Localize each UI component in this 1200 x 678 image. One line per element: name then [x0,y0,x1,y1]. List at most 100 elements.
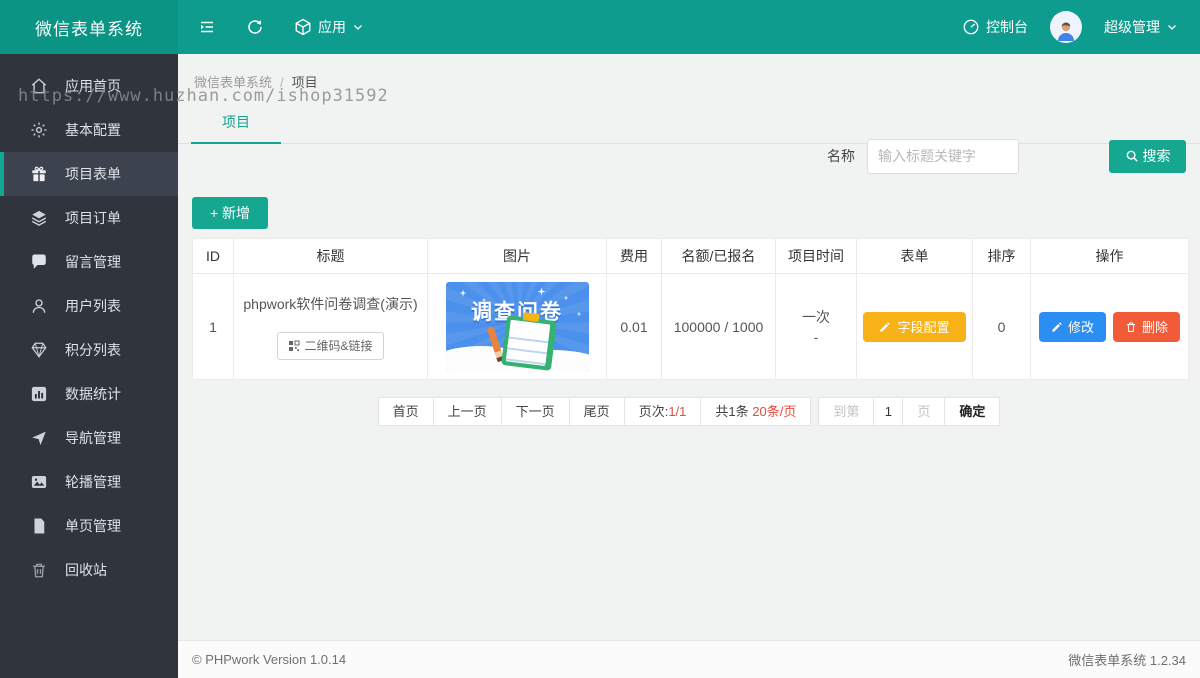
table-header-row: ID 标题 图片 费用 名额/已报名 项目时间 表单 排序 操作 [192,238,1189,274]
footer-system-version: 微信表单系统 1.2.34 [1068,653,1186,668]
gauge-icon [962,18,980,36]
cell-quota: 100000 / 1000 [661,273,776,380]
sidebar-item-app-home[interactable]: 应用首页 [0,64,178,108]
sidebar: 应用首页 基本配置 项目表单 项目订单 留言管理 用户列表 积分列表 数据统计 … [0,54,178,678]
sidebar-item-single-page[interactable]: 单页管理 [0,504,178,548]
col-header-image: 图片 [427,238,607,274]
console-link[interactable]: 控制台 [962,17,1028,37]
col-header-sort: 排序 [972,238,1031,274]
pencil-icon [879,321,891,333]
sidebar-item-project-forms[interactable]: 项目表单 [0,152,178,196]
user-avatar[interactable] [1050,11,1082,43]
search-input[interactable] [867,138,1019,174]
col-header-actions: 操作 [1030,238,1189,274]
cell-title: phpwork软件问卷调查(演示) 二维码&链接 [233,273,428,380]
topbar-right: 控制台 超级管理 [962,0,1200,54]
pencil-icon [1051,321,1063,333]
col-header-title: 标题 [233,238,428,274]
main-content: 微信表单系统 / 项目 项目 名称 搜索 + 新增 ID 标题 图片 费用 名额/已… [178,54,1200,678]
image-icon [30,473,48,491]
gear-icon [30,121,48,139]
app-box-icon [294,18,312,36]
trash-icon [30,561,48,579]
pagination-total-info: 共1条 20条/页 [700,397,812,426]
sidebar-item-messages[interactable]: 留言管理 [0,240,178,284]
col-header-time: 项目时间 [775,238,857,274]
search-label: 名称 [827,148,855,164]
app-menu-label: 应用 [318,19,346,35]
breadcrumb-root[interactable]: 微信表单系统 [194,75,272,90]
user-icon [30,297,48,315]
nav-icon [30,429,48,447]
breadcrumb-separator: / [280,75,284,90]
pagination-goto-unit: 页 [902,397,946,426]
sidebar-item-basic-config[interactable]: 基本配置 [0,108,178,152]
delete-button[interactable]: 删除 [1113,311,1181,342]
col-header-quota: 名额/已报名 [661,238,776,274]
sidebar-item-statistics[interactable]: 数据统计 [0,372,178,416]
cell-id: 1 [192,273,234,380]
refresh-icon[interactable] [246,18,264,36]
layers-icon [30,209,48,227]
field-config-button[interactable]: 字段配置 [863,311,966,342]
topbar-left: 应用 [178,0,364,54]
clipboard-graphic [500,311,557,371]
col-header-id: ID [192,238,234,274]
gem-icon [30,341,48,359]
collapse-sidebar-icon[interactable] [198,18,216,36]
cell-actions: 修改 删除 [1030,273,1189,380]
pagination-page-info: 页次:1/1 [623,397,702,426]
file-icon [30,517,48,535]
pagination: 首页 上一页 下一页 尾页 页次:1/1 共1条 20条/页 到第 页 确定 [178,397,1200,426]
sidebar-item-recycle-bin[interactable]: 回收站 [0,548,178,592]
sidebar-item-carousel[interactable]: 轮播管理 [0,460,178,504]
search-row: 名称 搜索 [827,138,1186,174]
star-icon [537,287,546,296]
cell-sort: 0 [972,273,1031,380]
breadcrumb-current: 项目 [291,75,318,90]
trash-icon [1125,321,1137,333]
sidebar-item-points[interactable]: 积分列表 [0,328,178,372]
console-label: 控制台 [986,19,1028,35]
user-menu[interactable]: 超级管理 [1104,17,1178,37]
add-button[interactable]: + 新增 [192,197,268,229]
table-row: 1 phpwork软件问卷调查(演示) 二维码&链接 调查问卷 0.01 100… [192,273,1189,380]
breadcrumb: 微信表单系统 / 项目 [178,54,1200,91]
gift-icon [30,165,48,183]
sidebar-item-navigation[interactable]: 导航管理 [0,416,178,460]
top-bar: 微信表单系统 应用 控制台 超级管理 [0,0,1200,54]
app-menu[interactable]: 应用 [294,17,364,37]
sidebar-item-users[interactable]: 用户列表 [0,284,178,328]
pagination-next[interactable]: 下一页 [500,397,570,426]
cell-time: 一次 - [775,273,857,380]
projects-table: ID 标题 图片 费用 名额/已报名 项目时间 表单 排序 操作 1 phpwo… [192,238,1189,380]
tab-project[interactable]: 项目 [191,107,281,144]
project-title: phpwork软件问卷调查(演示) [243,295,418,312]
comment-icon [30,253,48,271]
sidebar-item-project-orders[interactable]: 项目订单 [0,196,178,240]
edit-button[interactable]: 修改 [1038,311,1106,342]
username: 超级管理 [1104,19,1160,35]
pagination-last[interactable]: 尾页 [568,397,625,426]
footer-version: © PHPwork Version 1.0.14 [192,652,347,667]
col-header-fee: 费用 [606,238,662,274]
chevron-down-icon [352,21,364,33]
cell-fee: 0.01 [606,273,662,380]
app-logo: 微信表单系统 [0,0,178,54]
project-thumbnail[interactable]: 调查问卷 [445,281,589,372]
col-header-form: 表单 [856,238,973,274]
cell-form: 字段配置 [856,273,973,380]
pagination-confirm-button[interactable]: 确定 [944,397,1001,426]
chevron-down-icon [1166,21,1178,33]
search-icon [1126,150,1138,162]
pagination-first[interactable]: 首页 [377,397,434,426]
footer: © PHPwork Version 1.0.14 微信表单系统 1.2.34 [178,640,1200,678]
search-button[interactable]: 搜索 [1109,139,1186,173]
qr-code-icon [289,340,300,351]
home-icon [30,77,48,95]
pagination-prev[interactable]: 上一页 [432,397,502,426]
pagination-goto-label: 到第 [818,397,875,426]
pagination-goto-input[interactable] [873,397,904,426]
cell-image: 调查问卷 [427,273,607,380]
qr-link-button[interactable]: 二维码&链接 [277,331,384,360]
